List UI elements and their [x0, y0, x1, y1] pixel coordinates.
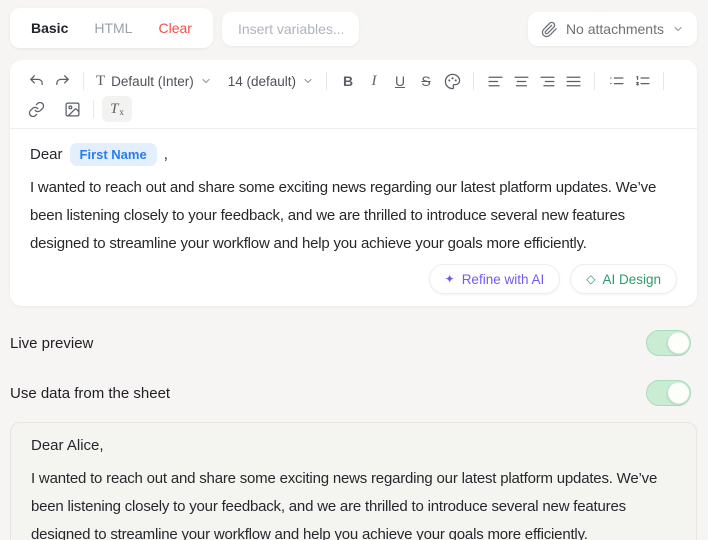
font-family-value: Default (Inter) [111, 73, 194, 89]
preview-greeting: Dear Alice, [31, 437, 104, 454]
insert-variables-input[interactable] [221, 12, 359, 46]
toolbar-divider [326, 72, 327, 90]
chevron-down-icon [200, 75, 212, 87]
type-icon: T [96, 72, 106, 89]
insert-image-button[interactable] [59, 96, 85, 122]
greeting-text: Dear [30, 146, 63, 163]
paperclip-icon [541, 21, 558, 38]
toolbar-row-1: T Default (Inter) 14 (default) B I U S [23, 67, 687, 95]
diamond-icon: ◇ [586, 272, 596, 286]
align-center-button[interactable] [508, 68, 534, 94]
refine-with-ai-label: Refine with AI [461, 271, 545, 287]
greeting-comma: , [163, 146, 168, 163]
redo-button[interactable] [49, 68, 75, 94]
editor-card: T Default (Inter) 14 (default) B I U S T… [10, 60, 697, 306]
use-sheet-data-label: Use data from the sheet [10, 384, 171, 402]
top-bar: Basic HTML Clear No attachments [0, 0, 708, 48]
live-preview-row: Live preview [10, 330, 691, 356]
font-family-select[interactable]: T Default (Inter) [92, 68, 216, 94]
align-left-icon [487, 76, 503, 86]
attachments-dropdown[interactable]: No attachments [527, 12, 697, 46]
align-left-button[interactable] [482, 68, 508, 94]
tab-html[interactable]: HTML [81, 8, 145, 48]
clear-formatting-sub: x [119, 107, 124, 117]
link-button[interactable] [23, 96, 49, 122]
undo-icon [29, 74, 43, 85]
align-right-icon [539, 76, 555, 86]
email-body-editor[interactable]: Dear First Name , I wanted to reach out … [10, 128, 697, 306]
clear-formatting-glyph: T [110, 100, 119, 117]
ai-design-label: AI Design [602, 271, 661, 287]
editor-toolbar: T Default (Inter) 14 (default) B I U S T… [10, 60, 697, 128]
toolbar-divider [473, 72, 474, 90]
toggle-knob [668, 382, 689, 404]
align-center-icon [513, 76, 529, 86]
use-sheet-data-row: Use data from the sheet [10, 380, 691, 406]
text-color-button[interactable] [439, 68, 465, 94]
strikethrough-button[interactable]: S [413, 68, 439, 94]
undo-button[interactable] [23, 68, 49, 94]
email-preview-card: Dear Alice, I wanted to reach out and sh… [10, 422, 697, 540]
email-body-text: I wanted to reach out and share some exc… [30, 179, 657, 252]
tab-basic[interactable]: Basic [18, 8, 81, 48]
toggle-knob [668, 332, 689, 354]
font-size-value: 14 (default) [227, 73, 296, 89]
email-composer-page: Basic HTML Clear No attachments [0, 0, 708, 540]
ai-design-button[interactable]: ◇ AI Design [570, 264, 677, 294]
align-justify-button[interactable] [560, 68, 586, 94]
live-preview-label: Live preview [10, 334, 94, 352]
chevron-down-icon [302, 75, 314, 87]
bullet-list-button[interactable] [603, 68, 629, 94]
redo-icon [55, 74, 69, 85]
align-right-button[interactable] [534, 68, 560, 94]
toolbar-row-2: Tx [23, 95, 687, 123]
font-size-select[interactable]: 14 (default) [224, 68, 318, 94]
toolbar-divider [83, 72, 84, 90]
ordered-list-button[interactable] [629, 68, 655, 94]
link-icon [28, 101, 44, 117]
underline-button[interactable]: U [387, 68, 413, 94]
align-justify-icon [565, 76, 581, 86]
salutation-line: Dear First Name , [30, 143, 677, 166]
bullet-list-icon [609, 76, 624, 84]
refine-with-ai-button[interactable]: ✦ Refine with AI [428, 264, 561, 294]
variable-chip-first-name[interactable]: First Name [69, 143, 157, 166]
sparkle-icon: ✦ [444, 272, 455, 286]
preview-body-text: I wanted to reach out and share some exc… [31, 470, 658, 540]
chevron-down-icon [672, 23, 684, 35]
ordered-list-icon [635, 75, 650, 85]
toolbar-divider [93, 100, 94, 118]
clear-formatting-button[interactable]: Tx [102, 96, 132, 122]
toolbar-divider [663, 72, 664, 90]
palette-icon [444, 73, 460, 89]
image-icon [64, 101, 80, 117]
clear-button[interactable]: Clear [145, 8, 204, 48]
attachments-label: No attachments [565, 21, 664, 37]
italic-button[interactable]: I [361, 68, 387, 94]
mode-tabs: Basic HTML Clear [10, 8, 213, 48]
ai-actions: ✦ Refine with AI ◇ AI Design [30, 264, 677, 294]
live-preview-toggle[interactable] [646, 330, 691, 356]
bold-button[interactable]: B [335, 68, 361, 94]
toolbar-divider [594, 72, 595, 90]
use-sheet-data-toggle[interactable] [646, 380, 691, 406]
